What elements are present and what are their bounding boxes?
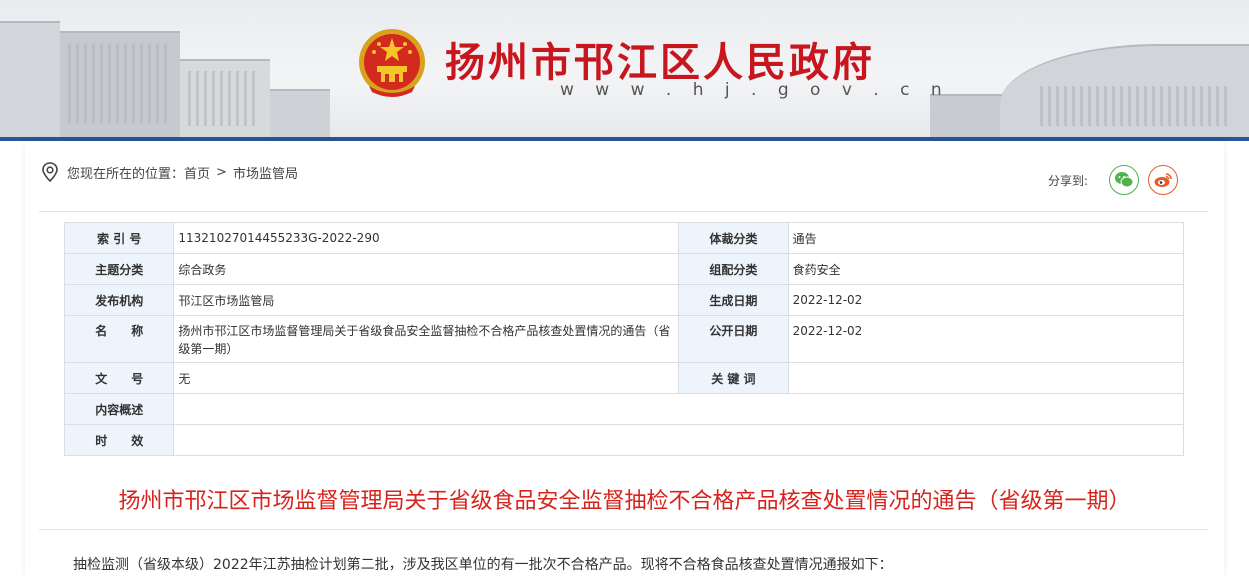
meta-key: 公开日期 — [678, 315, 789, 363]
banner-building — [0, 21, 60, 141]
share-label: 分享到: — [1047, 173, 1088, 188]
meta-value: 综合政务 — [173, 253, 680, 285]
location-pin-icon — [42, 162, 58, 183]
wechat-icon — [1115, 172, 1134, 188]
site-url: w w w . h j . g o v . c n — [560, 80, 950, 100]
site-banner: 扬州市邗江区人民政府 w w w . h j . g o v . c n — [0, 0, 1249, 141]
share-weibo-button[interactable] — [1148, 165, 1178, 195]
article-title: 扬州市邗江区市场监督管理局关于省级食品安全监督抽检不合格产品核查处置情况的通告（… — [118, 489, 1131, 514]
weibo-icon — [1154, 173, 1172, 187]
meta-value — [787, 362, 1185, 394]
meta-key: 文 号 — [63, 362, 175, 394]
banner-building — [270, 89, 330, 141]
meta-value — [173, 393, 1184, 425]
table-row: 内容概述 — [63, 393, 1184, 425]
banner-building — [1000, 44, 1249, 141]
meta-key: 名 称 — [63, 315, 175, 363]
table-row: 索 引 号 11321027014455233G-2022-290 体裁分类 通… — [63, 222, 1185, 254]
table-row: 发布机构 邗江区市场监管局 生成日期 2022-12-02 — [63, 284, 1185, 316]
metadata-table: 索 引 号 11321027014455233G-2022-290 体裁分类 通… — [63, 222, 1185, 456]
meta-key: 生成日期 — [678, 284, 789, 316]
meta-value: 通告 — [787, 222, 1185, 254]
meta-value: 11321027014455233G-2022-290 — [173, 222, 680, 254]
article-intro: 抽检监测（省级本级）2022年江苏抽检计划第二批，涉及我区单位的有一批次不合格产… — [73, 557, 893, 573]
divider — [39, 529, 1208, 530]
meta-value: 邗江区市场监管局 — [173, 284, 680, 316]
meta-key: 索 引 号 — [63, 222, 175, 254]
breadcrumb-current-link[interactable]: 市场监管局 — [233, 163, 298, 182]
divider — [39, 211, 1208, 212]
breadcrumb-separator: > — [216, 164, 227, 180]
meta-key: 发布机构 — [63, 284, 175, 316]
meta-value: 扬州市邗江区市场监督管理局关于省级食品安全监督抽检不合格产品核查处置情况的通告（… — [173, 315, 680, 363]
table-row: 文 号 无 关 键 词 — [63, 362, 1185, 394]
breadcrumb: 您现在所在的位置： 首页 > 市场监管局 — [39, 161, 298, 183]
table-row: 时 效 — [63, 424, 1184, 456]
national-emblem-icon — [359, 29, 425, 97]
meta-key: 组配分类 — [678, 253, 789, 285]
meta-key: 时 效 — [63, 424, 175, 456]
content-frame: 您现在所在的位置： 首页 > 市场监管局 分享到: 索 引 号 11321027… — [25, 141, 1224, 576]
banner-building — [930, 94, 1010, 141]
banner-building — [60, 31, 180, 141]
banner-building — [180, 59, 270, 141]
breadcrumb-prefix: 您现在所在的位置： — [67, 166, 185, 182]
meta-value — [173, 424, 1184, 456]
share-bar: 分享到: — [1048, 165, 1178, 195]
share-wechat-button[interactable] — [1109, 165, 1139, 195]
meta-key: 内容概述 — [63, 393, 175, 425]
meta-value: 无 — [173, 362, 680, 394]
meta-value: 食药安全 — [787, 253, 1185, 285]
meta-value: 2022-12-02 — [787, 284, 1185, 316]
table-row: 主题分类 综合政务 组配分类 食药安全 — [63, 253, 1185, 285]
breadcrumb-home-link[interactable]: 首页 — [184, 163, 210, 182]
meta-value: 2022-12-02 — [787, 315, 1185, 363]
meta-key: 体裁分类 — [678, 222, 789, 254]
table-row: 名 称 扬州市邗江区市场监督管理局关于省级食品安全监督抽检不合格产品核查处置情况… — [63, 315, 1185, 363]
meta-key: 关 键 词 — [678, 362, 789, 394]
meta-key: 主题分类 — [63, 253, 175, 285]
